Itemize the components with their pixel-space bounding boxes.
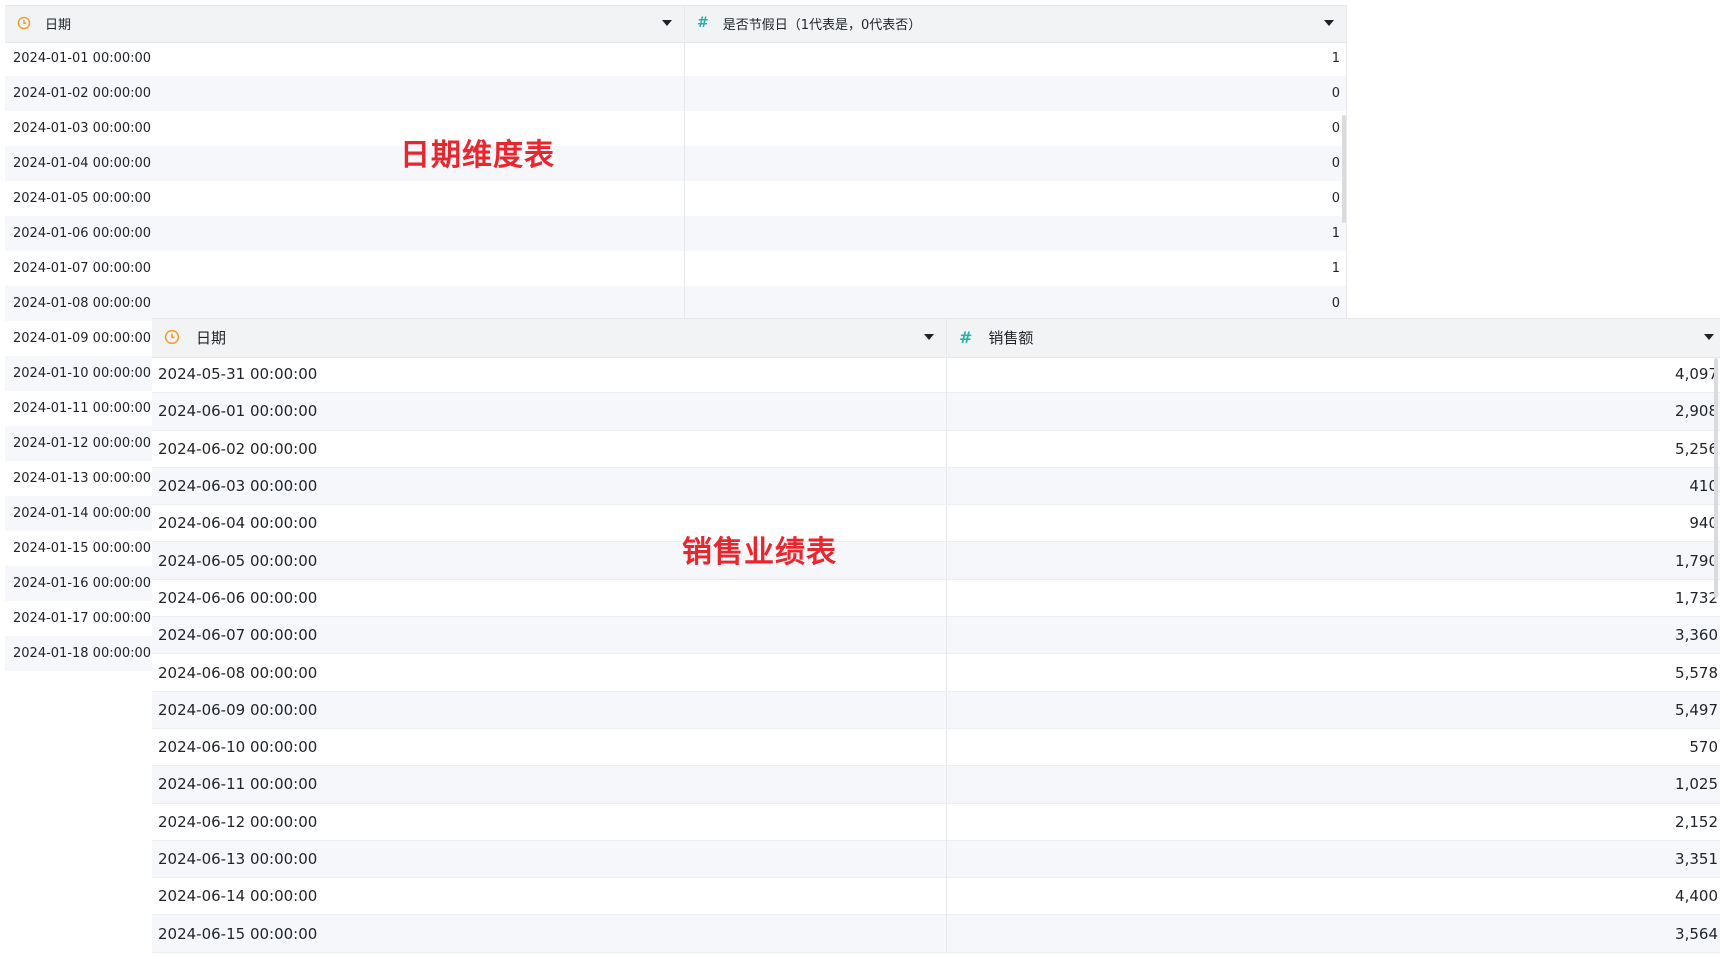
amount-cell[interactable]: 5,256 (947, 431, 1720, 467)
table-row[interactable]: 2024-06-14 00:00:00 4,400 (152, 878, 1720, 916)
table-row[interactable]: 2024-06-05 00:00:00 1,790 (152, 542, 1720, 580)
date-cell[interactable]: 2024-05-31 00:00:00 (152, 356, 947, 393)
holiday-flag-cell[interactable]: 0 (685, 146, 1347, 181)
holiday-flag-cell[interactable]: 0 (685, 111, 1347, 146)
table-row[interactable]: 2024-06-01 00:00:00 2,908 (152, 393, 1720, 431)
date-cell[interactable]: 2024-01-03 00:00:00 (5, 111, 685, 146)
amount-cell[interactable]: 2,908 (947, 393, 1720, 429)
amount-cell[interactable]: 3,360 (947, 617, 1720, 653)
holiday-flag-cell[interactable]: 0 (685, 76, 1347, 111)
table-row[interactable]: 2024-06-02 00:00:00 5,256 (152, 430, 1720, 468)
amount-cell[interactable]: 2,152 (947, 804, 1720, 840)
table-row[interactable]: 2024-06-13 00:00:00 3,351 (152, 840, 1720, 879)
chevron-down-icon[interactable] (662, 20, 672, 26)
date-cell[interactable]: 2024-06-09 00:00:00 (152, 691, 947, 728)
sales-table-caption: 销售业绩表 (682, 535, 837, 570)
clock-icon (17, 16, 31, 30)
table-row[interactable]: 2024-01-06 00:00:00 1 (5, 216, 1347, 251)
date-cell[interactable]: 2024-06-01 00:00:00 (152, 393, 947, 430)
table-row[interactable]: 2024-01-08 00:00:00 0 (5, 286, 1347, 321)
table-row[interactable]: 2024-06-09 00:00:00 5,497 (152, 691, 1720, 729)
column-header-amount[interactable]: # 销售额 (947, 319, 1720, 355)
date-cell[interactable]: 2024-06-08 00:00:00 (152, 654, 947, 691)
clock-icon (164, 329, 180, 345)
amount-cell[interactable]: 1,732 (947, 580, 1720, 616)
amount-cell[interactable]: 1,790 (947, 542, 1720, 578)
date-cell[interactable]: 2024-06-10 00:00:00 (152, 728, 947, 766)
table-row[interactable]: 2024-06-10 00:00:00 570 (152, 728, 1720, 767)
date-cell[interactable]: 2024-06-14 00:00:00 (152, 878, 947, 915)
date-cell[interactable]: 2024-06-02 00:00:00 (152, 430, 947, 467)
amount-cell[interactable]: 3,564 (947, 915, 1720, 951)
date-cell[interactable]: 2024-01-01 00:00:00 (5, 41, 685, 76)
amount-cell[interactable]: 1,025 (947, 766, 1720, 802)
table-row[interactable]: 2024-01-01 00:00:00 1 (5, 41, 1347, 76)
date-cell[interactable]: 2024-06-06 00:00:00 (152, 579, 947, 617)
table-row[interactable]: 2024-06-06 00:00:00 1,732 (152, 579, 1720, 618)
table-header: 日期 # 是否节假日（1代表是，0代表否） (5, 5, 1347, 43)
date-cell[interactable]: 2024-01-07 00:00:00 (5, 251, 685, 286)
holiday-flag-cell[interactable]: 1 (685, 251, 1347, 286)
vertical-scrollbar[interactable] (1342, 115, 1346, 223)
table-row[interactable]: 2024-01-02 00:00:00 0 (5, 76, 1347, 111)
chevron-down-icon[interactable] (1704, 334, 1714, 340)
holiday-flag-cell[interactable]: 1 (685, 216, 1347, 251)
table-header: 日期 # 销售额 (152, 318, 1720, 358)
date-cell[interactable]: 2024-01-08 00:00:00 (5, 286, 685, 321)
amount-cell[interactable]: 570 (947, 729, 1720, 765)
amount-cell[interactable]: 4,400 (947, 878, 1720, 914)
table-row[interactable]: 2024-06-07 00:00:00 3,360 (152, 617, 1720, 655)
hash-icon: # (697, 15, 709, 31)
amount-cell[interactable]: 3,351 (947, 841, 1720, 877)
table-row[interactable]: 2024-01-04 00:00:00 0 (5, 146, 1347, 181)
column-header-label: 日期 (196, 328, 227, 347)
date-cell[interactable]: 2024-06-12 00:00:00 (152, 803, 947, 840)
table-row[interactable]: 2024-06-12 00:00:00 2,152 (152, 803, 1720, 841)
chevron-down-icon[interactable] (924, 334, 934, 340)
column-header-label: 销售额 (988, 328, 1034, 347)
column-header-label: 是否节假日（1代表是，0代表否） (722, 17, 922, 33)
amount-cell[interactable]: 5,497 (947, 692, 1720, 728)
amount-cell[interactable]: 5,578 (947, 654, 1720, 690)
table-body: 2024-05-31 00:00:00 4,097 2024-06-01 00:00… (152, 356, 1720, 953)
amount-cell[interactable]: 940 (947, 505, 1720, 541)
column-header-date[interactable]: 日期 (5, 6, 685, 40)
chevron-down-icon[interactable] (1324, 20, 1334, 26)
table-row[interactable]: 2024-06-11 00:00:00 1,025 (152, 766, 1720, 804)
hash-icon: # (959, 327, 973, 347)
date-cell[interactable]: 2024-01-05 00:00:00 (5, 181, 685, 216)
table-row[interactable]: 2024-06-03 00:00:00 410 (152, 467, 1720, 506)
holiday-flag-cell[interactable]: 0 (685, 181, 1347, 216)
date-cell[interactable]: 2024-06-15 00:00:00 (152, 915, 947, 952)
date-cell[interactable]: 2024-01-06 00:00:00 (5, 216, 685, 251)
table-row[interactable]: 2024-01-05 00:00:00 0 (5, 181, 1347, 216)
vertical-scrollbar[interactable] (1714, 358, 1718, 598)
table-row[interactable]: 2024-06-04 00:00:00 940 (152, 505, 1720, 543)
amount-cell[interactable]: 4,097 (947, 356, 1720, 392)
table-row[interactable]: 2024-05-31 00:00:00 4,097 (152, 356, 1720, 394)
date-cell[interactable]: 2024-06-11 00:00:00 (152, 766, 947, 803)
holiday-flag-cell[interactable]: 0 (685, 286, 1347, 321)
table-row[interactable]: 2024-01-03 00:00:00 0 (5, 111, 1347, 146)
table-row[interactable]: 2024-01-07 00:00:00 1 (5, 251, 1347, 286)
date-cell[interactable]: 2024-06-07 00:00:00 (152, 617, 947, 654)
table-row[interactable]: 2024-06-08 00:00:00 5,578 (152, 654, 1720, 692)
holiday-flag-cell[interactable]: 1 (685, 41, 1347, 76)
date-cell[interactable]: 2024-01-04 00:00:00 (5, 146, 685, 181)
amount-cell[interactable]: 410 (947, 468, 1720, 504)
column-header-label: 日期 (45, 17, 72, 33)
dim-table-caption: 日期维度表 (400, 138, 555, 173)
date-cell[interactable]: 2024-06-13 00:00:00 (152, 840, 947, 878)
column-header-holiday[interactable]: # 是否节假日（1代表是，0代表否） (685, 6, 1347, 40)
table-row[interactable]: 2024-06-15 00:00:00 3,564 (152, 915, 1720, 953)
date-cell[interactable]: 2024-01-02 00:00:00 (5, 76, 685, 111)
sales-table: 日期 # 销售额 2024-05-31 00:00:00 4,097 2024-06… (152, 318, 1720, 957)
date-cell[interactable]: 2024-06-03 00:00:00 (152, 467, 947, 505)
column-header-date[interactable]: 日期 (152, 319, 947, 355)
